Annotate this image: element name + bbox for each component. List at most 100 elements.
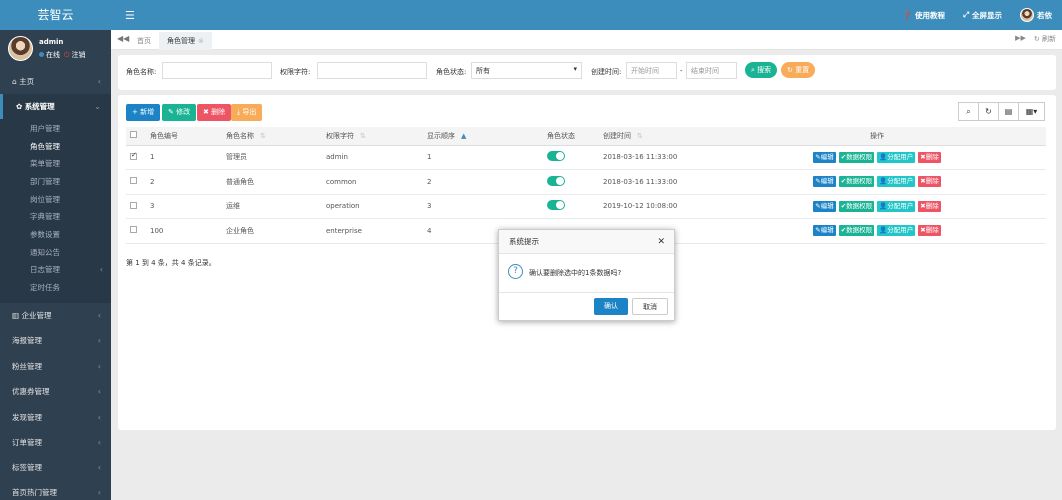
- submenu-item-params[interactable]: 参数设置: [30, 227, 60, 243]
- toggle-search-button[interactable]: ⌕: [958, 102, 979, 121]
- row-assign-button[interactable]: 👤分配用户: [877, 225, 916, 237]
- row-edit-button[interactable]: ✎编辑: [813, 176, 836, 188]
- status-select[interactable]: 所有 ▾: [471, 62, 582, 79]
- col-role-name[interactable]: 角色名称 ⇅: [222, 127, 322, 146]
- submenu-item-dictionary[interactable]: 字典管理: [30, 209, 60, 225]
- row-edit-button[interactable]: ✎编辑: [813, 225, 836, 237]
- tabs-scroll-left-icon[interactable]: ◀◀: [117, 34, 129, 43]
- table-row[interactable]: 2 普通角色 common 2 2018-03-16 11:33:00 ✎编辑 …: [126, 169, 1046, 195]
- row-checkbox[interactable]: [130, 177, 137, 185]
- sidebar-item-tags[interactable]: 标签管理 ‹: [0, 455, 111, 480]
- add-button-label: 新增: [140, 108, 155, 116]
- search-icon: ⌕: [966, 106, 971, 116]
- row-assign-button[interactable]: 👤分配用户: [877, 200, 916, 212]
- sidebar-item-fans[interactable]: 粉丝管理 ‹: [0, 354, 111, 379]
- chevron-left-icon: ‹: [97, 438, 101, 447]
- submenu-item-departments[interactable]: 部门管理: [30, 174, 60, 190]
- tabs-right-tools: ▶▶ ↻ 刷新: [1015, 34, 1056, 44]
- row-delete-button[interactable]: ✖删除: [918, 225, 941, 237]
- columns-button[interactable]: ▦▾: [1018, 102, 1045, 121]
- row-data-perm-button[interactable]: ✔数据权限: [838, 151, 875, 163]
- submenu-item-logs[interactable]: 日志管理: [30, 262, 60, 278]
- close-icon[interactable]: ✕: [657, 230, 665, 254]
- col-created[interactable]: 创建时间 ⇅: [599, 127, 704, 146]
- user-menu[interactable]: 若依: [1020, 8, 1052, 22]
- row-data-perm-button[interactable]: ✔数据权限: [838, 176, 875, 188]
- confirm-button[interactable]: 确认: [594, 298, 628, 315]
- toggle-view-button[interactable]: ▤: [998, 102, 1019, 121]
- sidebar-item-orders[interactable]: 订单管理 ‹: [0, 430, 111, 455]
- col-label: 角色状态: [547, 131, 575, 140]
- export-button[interactable]: ⤓ 导出: [231, 104, 263, 121]
- row-checkbox[interactable]: [130, 151, 137, 160]
- cancel-button[interactable]: 取消: [632, 298, 668, 315]
- logout-link[interactable]: 注销: [72, 51, 86, 59]
- row-select-cell: [126, 145, 146, 170]
- tab-roles[interactable]: 角色管理 ⊗: [159, 32, 212, 50]
- end-time-input[interactable]: 结束时间: [686, 62, 737, 79]
- row-delete-button[interactable]: ✖删除: [918, 200, 941, 212]
- row-checkbox[interactable]: [130, 201, 137, 209]
- sidebar-item-posters[interactable]: 海报管理 ‹: [0, 328, 111, 353]
- user-avatar[interactable]: [8, 36, 33, 61]
- row-data-perm-button[interactable]: ✔数据权限: [838, 200, 875, 212]
- submenu-item-roles[interactable]: 角色管理: [30, 139, 60, 155]
- tabs-scroll-right-icon[interactable]: ▶▶: [1015, 34, 1026, 44]
- submenu-item-jobs[interactable]: 定时任务: [30, 280, 60, 296]
- role-name-input[interactable]: [162, 62, 272, 79]
- close-tab-icon[interactable]: ⊗: [198, 37, 204, 45]
- sidebar-item-label: 标签管理: [12, 463, 42, 472]
- col-order[interactable]: 显示顺序 ▲: [423, 127, 543, 146]
- sidebar-item-enterprise[interactable]: ▥ 企业管理 ‹: [0, 303, 111, 328]
- search-button[interactable]: ⌕ 搜索: [745, 62, 778, 78]
- reset-button[interactable]: ↻ 重置: [781, 62, 816, 78]
- row-assign-button[interactable]: 👤分配用户: [877, 176, 916, 188]
- row-delete-button[interactable]: ✖删除: [918, 176, 941, 188]
- col-role-id[interactable]: 角色编号: [146, 127, 222, 146]
- col-label: 角色名称: [226, 131, 254, 140]
- sidebar-item-discover[interactable]: 发现管理 ‹: [0, 405, 111, 430]
- status-toggle[interactable]: [547, 175, 565, 186]
- table-row[interactable]: 3 运维 operation 3 2019-10-12 10:08:00 ✎编辑…: [126, 194, 1046, 219]
- menu-toggle-icon[interactable]: ☰: [125, 9, 135, 22]
- tab-label: 角色管理: [167, 37, 195, 45]
- row-data-perm-button[interactable]: ✔数据权限: [838, 225, 875, 237]
- delete-button[interactable]: ✖ 删除: [197, 104, 232, 121]
- select-all-checkbox[interactable]: [130, 131, 137, 139]
- pagination-info: 第 1 到 4 条，共 4 条记录。: [126, 259, 216, 267]
- role-key-input[interactable]: [317, 62, 427, 79]
- status-toggle[interactable]: [547, 200, 565, 211]
- op-label: 编辑: [820, 226, 834, 235]
- sidebar-item-hot[interactable]: 首页热门管理 ‹: [0, 480, 111, 500]
- tab-home[interactable]: 首页: [129, 32, 159, 50]
- submenu-item-notices[interactable]: 通知公告: [30, 245, 60, 261]
- fullscreen-link[interactable]: ⤢ 全屏显示: [963, 10, 1002, 21]
- op-label: 删除: [925, 201, 939, 210]
- row-delete-button[interactable]: ✖删除: [918, 151, 941, 163]
- row-assign-button[interactable]: 👤分配用户: [877, 151, 916, 163]
- row-checkbox[interactable]: [130, 226, 137, 234]
- row-edit-button[interactable]: ✎编辑: [813, 200, 836, 212]
- app-logo[interactable]: 芸智云: [0, 0, 111, 30]
- cell-role-key: enterprise: [322, 218, 423, 244]
- sidebar-item-system[interactable]: ✿ 系统管理 ⌄: [0, 94, 111, 119]
- sidebar-item-coupons[interactable]: 优惠券管理 ‹: [0, 379, 111, 404]
- dialog-footer: 确认 取消: [499, 292, 674, 320]
- submenu-item-menus[interactable]: 菜单管理: [30, 156, 60, 172]
- edit-button[interactable]: ✎ 修改: [162, 104, 197, 121]
- cell-order: 3: [423, 194, 543, 219]
- table-row[interactable]: 1 管理员 admin 1 2018-03-16 11:33:00 ✎编辑 ✔数…: [126, 145, 1046, 170]
- col-label: 角色编号: [150, 131, 178, 140]
- expand-icon: ⤢: [963, 10, 969, 19]
- row-edit-button[interactable]: ✎编辑: [813, 151, 836, 163]
- refresh-table-button[interactable]: ↻: [978, 102, 999, 121]
- status-toggle[interactable]: [547, 151, 565, 162]
- start-time-input[interactable]: 开始时间: [626, 62, 677, 79]
- col-role-key[interactable]: 权限字符 ⇅: [322, 127, 423, 146]
- sidebar-item-home[interactable]: ⌂ 主页 ‹: [0, 69, 111, 94]
- refresh-tab-link[interactable]: ↻ 刷新: [1034, 34, 1056, 44]
- submenu-item-posts[interactable]: 岗位管理: [30, 192, 60, 208]
- add-button[interactable]: + 新增: [126, 104, 161, 121]
- tutorial-link[interactable]: ❓ 使用教程: [903, 10, 945, 21]
- submenu-item-users[interactable]: 用户管理: [30, 121, 60, 137]
